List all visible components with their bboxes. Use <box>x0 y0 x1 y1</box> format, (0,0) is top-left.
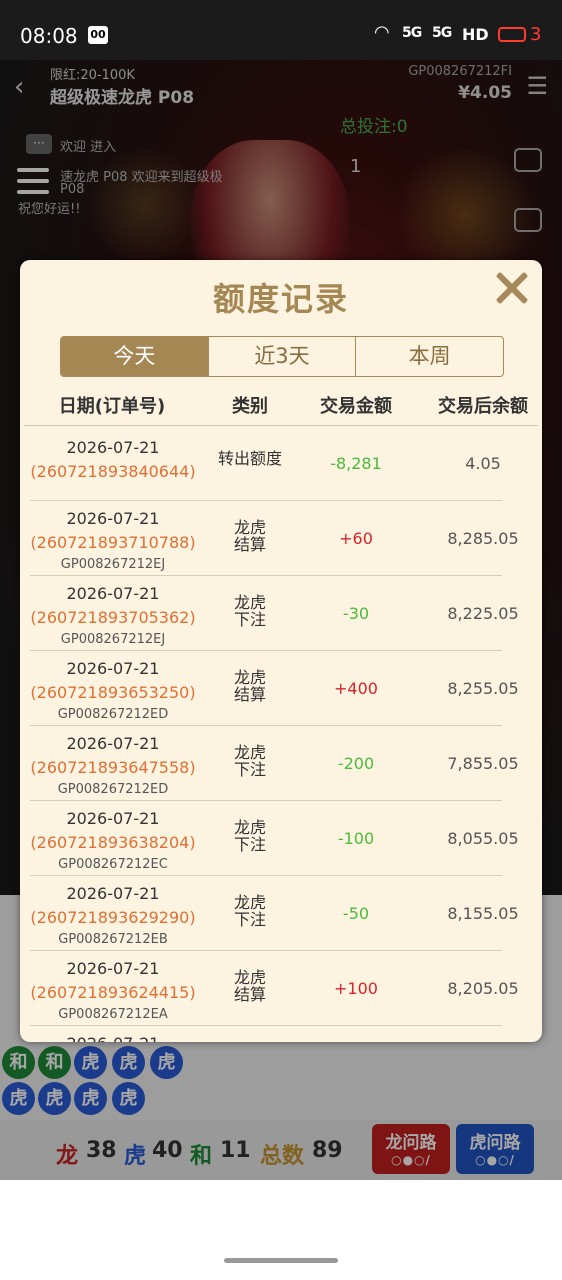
row-date: 2026-07-21 <box>66 734 160 753</box>
row-round-id: GP008267212EB <box>58 932 168 947</box>
row-round-id: GP008267212ED <box>57 782 169 797</box>
row-order-number: (260721893705362) <box>30 608 196 627</box>
row-date: 2026-07-21 <box>66 659 160 678</box>
row-type: 龙虎 下注 <box>233 743 266 779</box>
row-balance: 4.05 <box>465 454 501 473</box>
row-order-number: (260721893653250) <box>30 683 196 702</box>
row-date: 2026-07-21 <box>66 509 160 528</box>
row-amount: -200 <box>337 754 375 773</box>
record-list[interactable]: 2026-07-21 (260721893840644) 转出额度 -8,281 4.0… <box>24 426 538 1042</box>
tab-today[interactable]: 今天 <box>61 337 209 376</box>
row-balance: 8,155.05 <box>447 904 519 923</box>
wifi-icon: ◠ <box>374 22 390 43</box>
row-type: 龙虎 下注 <box>233 818 266 854</box>
signal-icon: 5G <box>402 25 422 41</box>
header-amount: 交易金额 <box>320 396 392 417</box>
table-row: 2026-07-21 (260721893653250) GP008267212ED… <box>24 651 538 726</box>
row-round-id: GP008267212EC <box>58 857 168 872</box>
header-date: 日期(订单号) <box>58 396 166 417</box>
battery-level: 3 <box>530 24 542 45</box>
table-row: 2026-07-21 (260721893840644) 转出额度 -8,281 4.0… <box>24 426 538 501</box>
row-round-id: GP008267212EJ <box>60 632 166 647</box>
app-root: 08:08 00 ◠ 5G 5G HD 3 ‹ 限红:20-100K 超级极速龙… <box>0 0 562 1280</box>
row-date: 2026-07-21 <box>66 584 160 603</box>
status-time: 08:08 <box>20 24 78 48</box>
table-header: 日期(订单号) 类别 交易金额 交易后余额 <box>24 386 538 426</box>
row-order-number: (260721893840644) <box>30 462 196 481</box>
row-order-number: (260721893638204) <box>30 833 196 852</box>
row-balance: 8,285.05 <box>447 529 519 548</box>
table-row: 2026-07-21 (260721893710788) GP008267212EJ… <box>24 501 538 576</box>
header-type: 类别 <box>232 396 268 417</box>
row-date: 2026-07-21 <box>66 959 160 978</box>
row-balance: 8,255.05 <box>447 679 519 698</box>
tab-3-days[interactable]: 近3天 <box>209 337 357 376</box>
row-order-number: (260721893624415) <box>30 983 196 1002</box>
table-row: 2026-07-21 (260721893705362) GP008267212EJ… <box>24 576 538 651</box>
row-amount: -30 <box>342 604 370 623</box>
period-tabs: 今天 近3天 本周 <box>60 336 504 377</box>
row-amount: +100 <box>334 979 378 998</box>
table-row: 2026-07-21 (260721893624415) GP008267212EA… <box>24 951 538 1026</box>
row-date: 2026-07-21 <box>66 809 160 828</box>
row-type: 龙虎 下注 <box>233 593 266 629</box>
row-round-id: GP008267212ED <box>57 707 169 722</box>
system-nav-bar <box>0 1180 562 1280</box>
row-balance: 8,205.05 <box>447 979 519 998</box>
row-type: 龙虎 结算 <box>233 668 266 704</box>
row-date: 2026-07-21 <box>66 884 160 903</box>
app-notification-icon: 00 <box>88 26 108 44</box>
row-balance: 8,055.05 <box>447 829 519 848</box>
row-date: 2026-07-21 <box>38 1034 188 1042</box>
row-type: 龙虎 结算 <box>233 968 266 1004</box>
row-round-id: GP008267212EA <box>58 1007 168 1022</box>
row-balance: 8,225.05 <box>447 604 519 623</box>
table-row: 2026-07-21 (260721893638204) GP008267212EC… <box>24 801 538 876</box>
row-order-number: (260721893710788) <box>30 533 196 552</box>
table-row: 2026-07-21 (260721893629290) GP008267212EB… <box>24 876 538 951</box>
row-balance: 7,855.05 <box>447 754 519 773</box>
credit-record-dialog: 额度记录 今天 近3天 本周 日期(订单号) 类别 交易金额 交易后余额 202… <box>20 260 542 1042</box>
row-type: 转出额度 <box>217 449 282 468</box>
tab-this-week[interactable]: 本周 <box>356 337 503 376</box>
table-row: 2026-07-21 (260721893647558) GP008267212ED… <box>24 726 538 801</box>
row-amount: -100 <box>337 829 375 848</box>
row-amount: +60 <box>339 529 373 548</box>
row-amount: -50 <box>342 904 370 923</box>
home-gesture-bar[interactable] <box>224 1258 338 1263</box>
row-type: 龙虎 下注 <box>233 893 266 929</box>
row-date: 2026-07-21 <box>66 438 160 457</box>
hd-icon: HD <box>462 25 489 44</box>
table-row: 2026-07-21 <box>24 1026 538 1042</box>
header-balance: 交易后余额 <box>438 396 528 417</box>
signal-icon-2: 5G <box>432 25 452 41</box>
close-icon[interactable] <box>492 268 532 308</box>
row-amount: +400 <box>334 679 378 698</box>
row-type: 龙虎 结算 <box>233 518 266 554</box>
row-round-id: GP008267212EJ <box>60 557 166 572</box>
row-amount: -8,281 <box>330 454 382 473</box>
row-order-number: (260721893629290) <box>30 908 196 927</box>
row-order-number: (260721893647558) <box>30 758 196 777</box>
battery-icon <box>498 27 526 42</box>
dialog-title: 额度记录 <box>212 280 349 318</box>
